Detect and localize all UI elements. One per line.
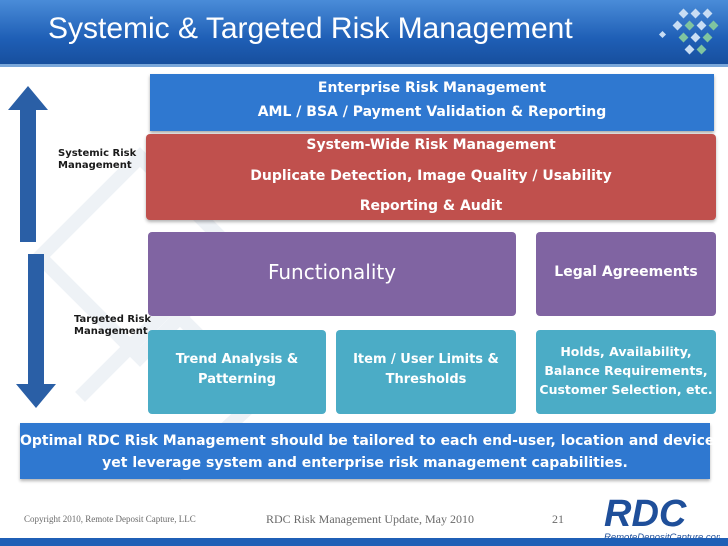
enterprise-risk-detail: AML / BSA / Payment Validation & Reporti… [257, 104, 607, 120]
trend-analysis-box: Trend Analysis & Patterning [148, 330, 326, 414]
functionality-box: Functionality [148, 232, 516, 316]
item-user-limits-line2: Thresholds [385, 372, 467, 387]
holds-line1: Holds, Availability, [560, 344, 692, 359]
holds-line2: Balance Requirements, [544, 363, 708, 378]
summary-line2: yet leverage system and enterprise risk … [102, 455, 628, 471]
rdc-logo-mark: RDC [604, 493, 687, 535]
footer-title: RDC Risk Management Update, May 2010 [266, 512, 474, 526]
systemic-risk-label: Systemic Risk Management [58, 148, 136, 172]
legal-agreements-label: Legal Agreements [554, 264, 698, 280]
systemic-risk-label-line1: Systemic Risk [58, 148, 137, 159]
targeted-risk-label-line2: Management [74, 326, 148, 337]
down-arrow-icon [16, 254, 56, 408]
footer-copyright: Copyright 2010, Remote Deposit Capture, … [24, 514, 196, 524]
footer-bar [0, 538, 728, 546]
summary-band: Optimal RDC Risk Management should be ta… [20, 423, 720, 479]
system-wide-risk-detail-1: Duplicate Detection, Image Quality / Usa… [250, 168, 612, 184]
up-arrow-icon [8, 86, 48, 242]
slide-title: Systemic & Targeted Risk Management [48, 12, 573, 45]
summary-line1: Optimal RDC Risk Management should be ta… [20, 433, 720, 449]
holds-availability-box: Holds, Availability, Balance Requirement… [536, 330, 716, 414]
functionality-label: Functionality [267, 260, 397, 284]
system-wide-risk-box: System-Wide Risk Management Duplicate De… [146, 134, 716, 220]
system-wide-risk-detail-2: Reporting & Audit [359, 198, 503, 214]
item-user-limits-line1: Item / User Limits & [353, 352, 499, 367]
item-user-limits-box: Item / User Limits & Thresholds [336, 330, 516, 414]
targeted-risk-label-line1: Targeted Risk [74, 314, 152, 325]
enterprise-risk-box: Enterprise Risk Management AML / BSA / P… [150, 74, 714, 131]
trend-analysis-line2: Patterning [198, 372, 276, 387]
dot-pattern-icon [658, 8, 719, 55]
system-wide-risk-heading: System-Wide Risk Management [306, 137, 556, 153]
systemic-risk-label-line2: Management [58, 160, 132, 171]
trend-analysis-line1: Trend Analysis & [175, 352, 299, 367]
legal-agreements-box: Legal Agreements [536, 232, 716, 316]
targeted-risk-label: Targeted Risk Management [74, 314, 151, 338]
rdc-logo: RDC RemoteDepositCapture.com [604, 493, 720, 543]
holds-line3: Customer Selection, etc. [539, 382, 713, 397]
enterprise-risk-heading: Enterprise Risk Management [317, 80, 547, 96]
page-number: 21 [552, 512, 564, 526]
